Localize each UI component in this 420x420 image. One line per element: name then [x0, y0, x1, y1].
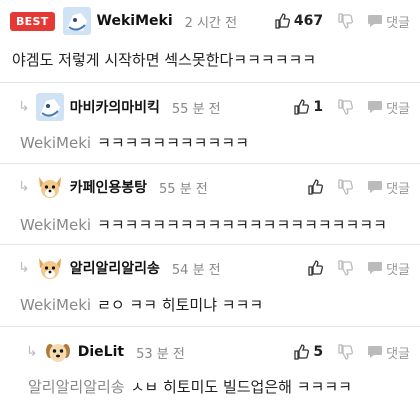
dislike-button[interactable] — [337, 99, 354, 115]
like-button[interactable]: 1 — [293, 99, 323, 115]
author-name[interactable]: 카페인용봉탕 — [70, 177, 147, 197]
timestamp: 54 분 전 — [171, 262, 221, 278]
comment-text: 알리알리알리송 ㅅㅂ 히토미도 빌드업은해 ㅋㅋㅋㅋ — [28, 376, 352, 397]
timestamp: 55 분 전 — [159, 181, 208, 197]
comment-text: 야겜도 저렇게 시작하면 섹스못한다ㅋㅋㅋㅋㅋㅋ — [12, 49, 316, 70]
speech-bubble-icon — [368, 101, 383, 113]
speech-bubble-icon — [368, 262, 383, 274]
author-name[interactable]: DieLit — [78, 344, 124, 360]
timestamp: 2 시간 전 — [184, 15, 238, 31]
thumbs-down-icon — [338, 260, 354, 276]
author-name[interactable]: 알리알리알리송 — [70, 258, 160, 278]
thumbs-down-icon — [338, 344, 354, 360]
dislike-button[interactable] — [337, 13, 354, 29]
reply-label: 댓글 — [386, 101, 410, 117]
speech-bubble-icon — [368, 346, 383, 358]
thumbs-down-icon — [338, 13, 354, 29]
reply-label: 댓글 — [386, 181, 410, 197]
avatar[interactable] — [35, 173, 64, 201]
thumbs-up-icon — [294, 344, 310, 360]
thumbs-up-icon — [275, 13, 290, 29]
avatar[interactable] — [62, 7, 91, 35]
like-button[interactable]: 467 — [274, 13, 323, 29]
reply-label: 댓글 — [386, 15, 410, 31]
speech-bubble-icon — [368, 181, 383, 193]
dislike-button[interactable] — [337, 260, 354, 276]
comment-body: ㄹㅇ ㅋㅋ 히토미냐 ㅋㅋㅋ — [97, 296, 264, 314]
reply-arrow-icon: ↳ — [18, 179, 30, 195]
mention[interactable]: WekiMeki — [20, 296, 91, 314]
comment-actions: 1 댓글 — [279, 92, 410, 122]
reply-arrow-icon: ↳ — [18, 260, 30, 276]
reply-arrow-icon: ↳ — [18, 99, 30, 115]
author-name[interactable]: 마비카의마비킥 — [70, 97, 160, 117]
reply-label: 댓글 — [386, 262, 410, 278]
thumbs-down-icon — [338, 179, 354, 195]
comment-body: ㅋㅋㅋㅋㅋㅋㅋㅋㅋㅋㅋㅋㅋㅋㅋㅋㅋㅋㅋㅋㅋ — [97, 216, 387, 234]
comment-text: WekiMeki ㅋㅋㅋㅋㅋㅋㅋㅋㅋㅋㅋ — [20, 132, 249, 153]
thumbs-up-icon — [294, 99, 310, 115]
comment-text: WekiMeki ㄹㅇ ㅋㅋ 히토미냐 ㅋㅋㅋ — [20, 294, 263, 315]
reply-label: 댓글 — [386, 346, 410, 362]
divider — [0, 326, 420, 327]
reply-arrow-icon: ↳ — [26, 344, 38, 360]
comment-actions: 5 댓글 — [279, 337, 410, 367]
thumbs-up-icon — [308, 260, 324, 276]
comment-body: ㅋㅋㅋㅋㅋㅋㅋㅋㅋㅋㅋ — [97, 134, 249, 152]
like-button[interactable] — [307, 179, 324, 195]
author-name[interactable]: WekiMeki — [97, 13, 173, 29]
comment-actions: 댓글 — [293, 172, 410, 202]
comment-text: WekiMeki ㅋㅋㅋㅋㅋㅋㅋㅋㅋㅋㅋㅋㅋㅋㅋㅋㅋㅋㅋㅋㅋ — [20, 214, 387, 235]
like-count: 467 — [293, 13, 324, 29]
comment-actions: 댓글 — [293, 253, 410, 283]
speech-bubble-icon — [368, 15, 383, 27]
dislike-button[interactable] — [337, 344, 354, 360]
dislike-button[interactable] — [337, 179, 354, 195]
timestamp: 53 분 전 — [136, 346, 185, 362]
best-badge: BEST — [10, 11, 55, 31]
like-count: 5 — [313, 344, 324, 360]
like-button[interactable]: 5 — [293, 344, 323, 360]
reply-button[interactable]: 댓글 — [367, 98, 410, 117]
mention[interactable]: WekiMeki — [20, 134, 91, 152]
divider — [0, 163, 420, 164]
divider — [0, 244, 420, 245]
thumbs-down-icon — [338, 99, 354, 115]
like-button[interactable] — [307, 260, 324, 276]
comment-body: ㅅㅂ 히토미도 빌드업은해 ㅋㅋㅋㅋ — [130, 378, 352, 396]
avatar[interactable] — [43, 338, 72, 366]
reply-button[interactable]: 댓글 — [367, 343, 410, 362]
timestamp: 55 분 전 — [171, 101, 221, 117]
thumbs-up-icon — [308, 179, 324, 195]
comment-actions: 467 댓글 — [260, 6, 410, 36]
divider — [0, 82, 420, 83]
avatar[interactable] — [35, 254, 64, 282]
like-count: 1 — [313, 99, 324, 115]
comment-body: 야겜도 저렇게 시작하면 섹스못한다ㅋㅋㅋㅋㅋㅋ — [12, 51, 317, 69]
avatar[interactable] — [35, 93, 64, 121]
reply-button[interactable]: 댓글 — [367, 12, 410, 31]
reply-button[interactable]: 댓글 — [367, 178, 410, 197]
reply-button[interactable]: 댓글 — [367, 259, 410, 278]
mention[interactable]: WekiMeki — [20, 216, 91, 234]
mention[interactable]: 알리알리알리송 — [28, 378, 125, 396]
